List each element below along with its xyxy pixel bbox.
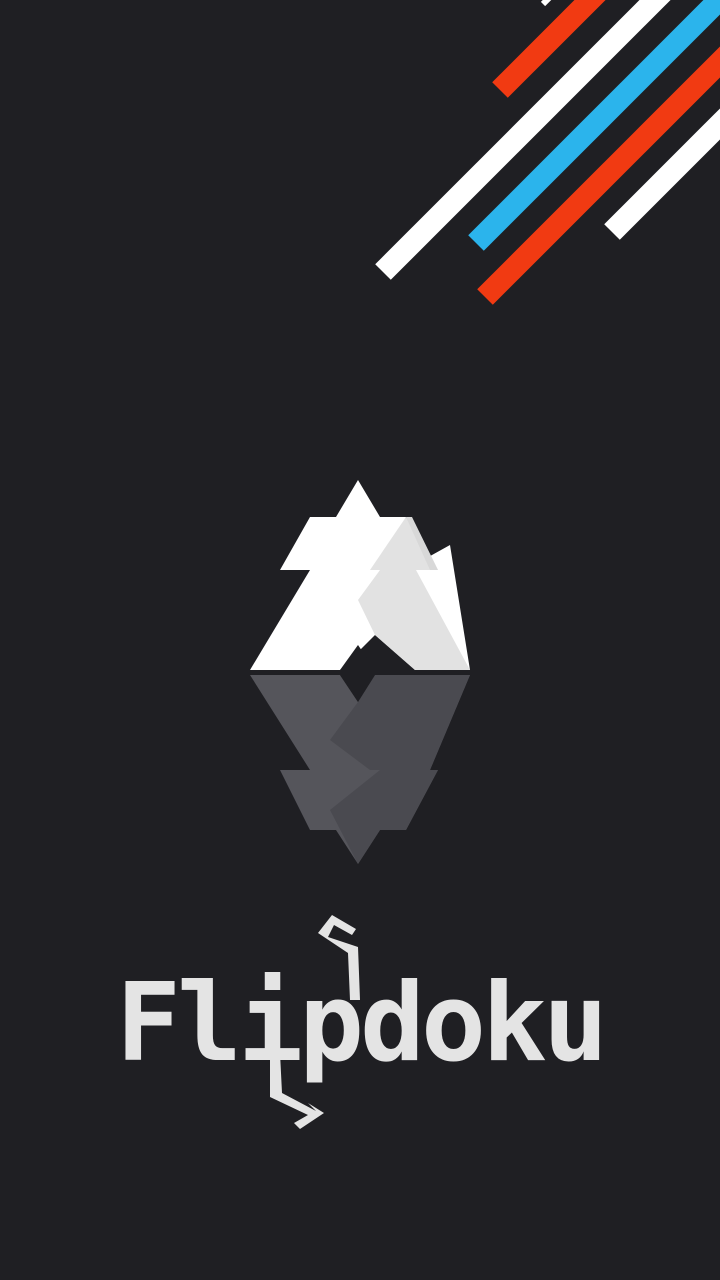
stripe-white-short [604, 108, 720, 240]
splash-screen: Flipdoku [0, 0, 720, 1280]
logo-upper [250, 480, 470, 670]
stripe-white-corner [540, 0, 552, 7]
stripe-blue [468, 0, 720, 251]
game-title-logo: Flipdoku [120, 915, 600, 1129]
triangle-flip-logo-icon [250, 480, 470, 864]
diagonal-stripes-decoration [375, 0, 720, 305]
logo-reflection [250, 675, 470, 864]
app-title: Flipdoku [120, 961, 600, 1086]
